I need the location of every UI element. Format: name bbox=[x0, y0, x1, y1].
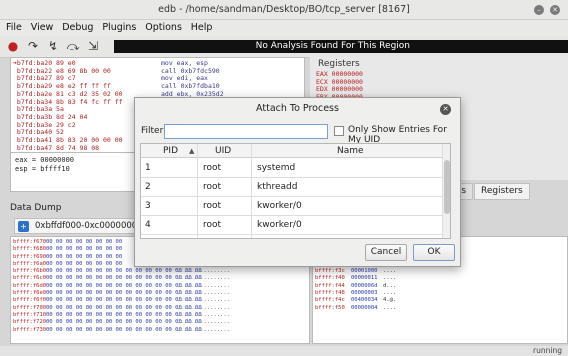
row-pid: 3 bbox=[145, 201, 151, 211]
cpu-addresses: ➔b7fd:ba20 89 e0 b7fd:ba22 e8 69 8b 00 0… bbox=[13, 59, 123, 152]
analysis-status: No Analysis Found For This Region bbox=[114, 40, 568, 53]
registers-header: Registers bbox=[318, 59, 360, 69]
row-name: kworker/0 bbox=[257, 201, 302, 211]
menu-file[interactable]: File bbox=[6, 22, 22, 33]
row-pid: 1 bbox=[145, 163, 151, 173]
menu-help[interactable]: Help bbox=[191, 22, 213, 33]
col-uid[interactable]: UID bbox=[215, 144, 231, 158]
filter-label: Filter bbox=[141, 126, 164, 136]
data-dump-tab-label: 0xbffdf000-0xc0000000 bbox=[35, 221, 138, 231]
row-uid: root bbox=[203, 235, 221, 238]
dialog-close-icon[interactable]: ✕ bbox=[440, 104, 451, 115]
dump-addresses: bffff:f670 bffff:f680 bffff:f690 bffff:f… bbox=[13, 239, 47, 333]
ok-button[interactable]: OK bbox=[413, 244, 455, 261]
step-out-icon[interactable]: ⇲ bbox=[86, 39, 100, 53]
row-name: kthreadd bbox=[257, 182, 298, 192]
menu-plugins[interactable]: Plugins bbox=[102, 22, 136, 33]
table-scrollbar[interactable] bbox=[442, 144, 450, 238]
row-pid: 2 bbox=[145, 182, 151, 192]
step-into-icon[interactable]: ↯ bbox=[46, 39, 60, 53]
tab-registers[interactable]: Registers bbox=[474, 183, 530, 200]
row-uid: root bbox=[203, 201, 222, 211]
table-row[interactable]: 3 root kworker/0 bbox=[141, 197, 444, 216]
menu-debug[interactable]: Debug bbox=[62, 22, 93, 33]
data-dump-tab[interactable]: + 0xbffdf000-0xc0000000 bbox=[14, 218, 140, 234]
row-uid: root bbox=[203, 182, 222, 192]
step-over-icon[interactable]: ⤼ bbox=[66, 39, 80, 53]
col-pid[interactable]: PID bbox=[163, 144, 178, 158]
uid-checkbox[interactable] bbox=[334, 126, 344, 136]
attach-dialog: Attach To Process ✕ Filter Only Show Ent… bbox=[134, 97, 461, 267]
minimize-icon[interactable]: – bbox=[534, 5, 544, 15]
run-icon[interactable]: ↷ bbox=[26, 39, 40, 53]
status-bar: running bbox=[0, 346, 568, 356]
process-table[interactable]: PID ▲ UID Name 1 root systemd 2 root kth… bbox=[140, 143, 451, 239]
table-row[interactable]: 2 root kthreadd bbox=[141, 178, 444, 197]
row-name: kworker/0 bbox=[257, 220, 302, 230]
menubar: File View Debug Plugins Options Help bbox=[0, 20, 568, 36]
menu-options[interactable]: Options bbox=[145, 22, 182, 33]
filter-input[interactable] bbox=[164, 124, 328, 139]
row-uid: root bbox=[203, 163, 222, 173]
sort-icon: ▲ bbox=[189, 147, 195, 155]
uid-checkbox-label[interactable]: Only Show Entries For My UID bbox=[348, 125, 460, 145]
window-titlebar: edb - /home/sandman/Desktop/BO/tcp_serve… bbox=[0, 0, 568, 20]
col-name[interactable]: Name bbox=[337, 144, 364, 158]
data-dump-label: Data Dump bbox=[10, 203, 62, 213]
table-row[interactable]: 4 root kworker/0 bbox=[141, 216, 444, 235]
row-pid: 5 bbox=[145, 235, 151, 238]
row-name: mm_percpu_wq bbox=[257, 235, 328, 238]
table-header: PID ▲ UID Name bbox=[141, 144, 450, 158]
row-pid: 4 bbox=[145, 220, 151, 230]
stop-icon[interactable]: ● bbox=[6, 39, 20, 53]
add-tab-icon[interactable]: + bbox=[18, 221, 29, 232]
table-row[interactable]: 1 root systemd bbox=[141, 159, 444, 178]
dialog-title: Attach To Process bbox=[256, 103, 339, 114]
row-uid: root bbox=[203, 220, 222, 230]
row-name: systemd bbox=[257, 163, 296, 173]
cancel-button[interactable]: Cancel bbox=[365, 244, 407, 261]
status-text: running bbox=[533, 346, 562, 355]
cpu-instructions: mov eax, esp call 0xb7fdc590 mov edi, ea… bbox=[161, 59, 224, 98]
table-row[interactable]: 5 root mm_percpu_wq bbox=[141, 235, 444, 238]
close-icon[interactable]: ✕ bbox=[550, 5, 560, 15]
window-title: edb - /home/sandman/Desktop/BO/tcp_serve… bbox=[158, 4, 410, 15]
menu-view[interactable]: View bbox=[31, 22, 54, 33]
